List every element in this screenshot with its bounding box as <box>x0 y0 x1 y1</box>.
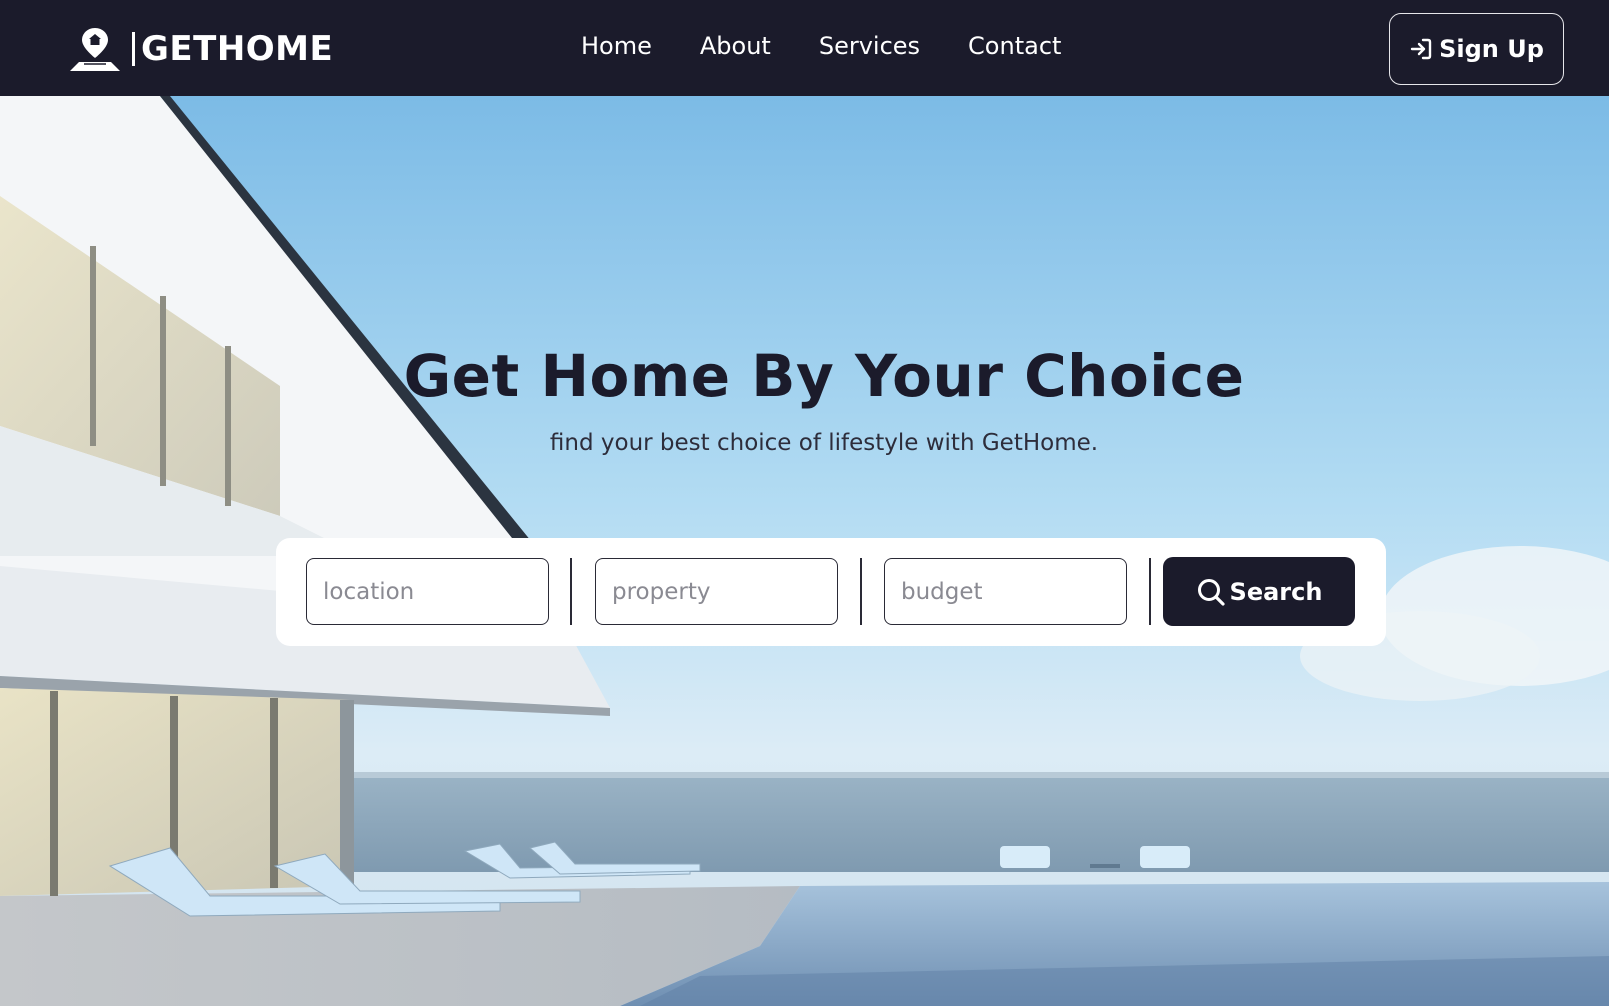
budget-input[interactable] <box>884 558 1127 625</box>
search-divider <box>570 558 572 625</box>
nav-link-contact[interactable]: Contact <box>968 30 1061 62</box>
location-input[interactable] <box>306 558 549 625</box>
search-button-label: Search <box>1229 577 1323 606</box>
brand-logo[interactable]: GETHOME <box>66 26 333 72</box>
home-pin-icon <box>70 28 120 71</box>
brand-name: GETHOME <box>141 29 334 69</box>
search-icon <box>1197 578 1225 606</box>
search-bar: Search <box>276 538 1386 646</box>
navbar: GETHOME Home About Services Contact Sign… <box>0 0 1609 96</box>
sign-up-button[interactable]: Sign Up <box>1389 13 1564 85</box>
logo-separator <box>132 32 135 66</box>
hero-section: Get Home By Your Choice find your best c… <box>0 96 1609 1006</box>
nav-link-services[interactable]: Services <box>819 30 920 62</box>
sign-up-label: Sign Up <box>1439 35 1544 63</box>
search-divider <box>1149 558 1151 625</box>
property-input[interactable] <box>595 558 838 625</box>
hero-subtitle: find your best choice of lifestyle with … <box>549 430 1099 456</box>
hero-title: Get Home By Your Choice <box>403 342 1245 410</box>
sign-in-arrow-icon <box>1410 38 1432 60</box>
search-divider <box>860 558 862 625</box>
nav-link-home[interactable]: Home <box>581 30 652 62</box>
nav-link-about[interactable]: About <box>700 30 771 62</box>
main-nav: Home About Services Contact <box>581 30 1061 62</box>
search-button[interactable]: Search <box>1163 557 1355 626</box>
